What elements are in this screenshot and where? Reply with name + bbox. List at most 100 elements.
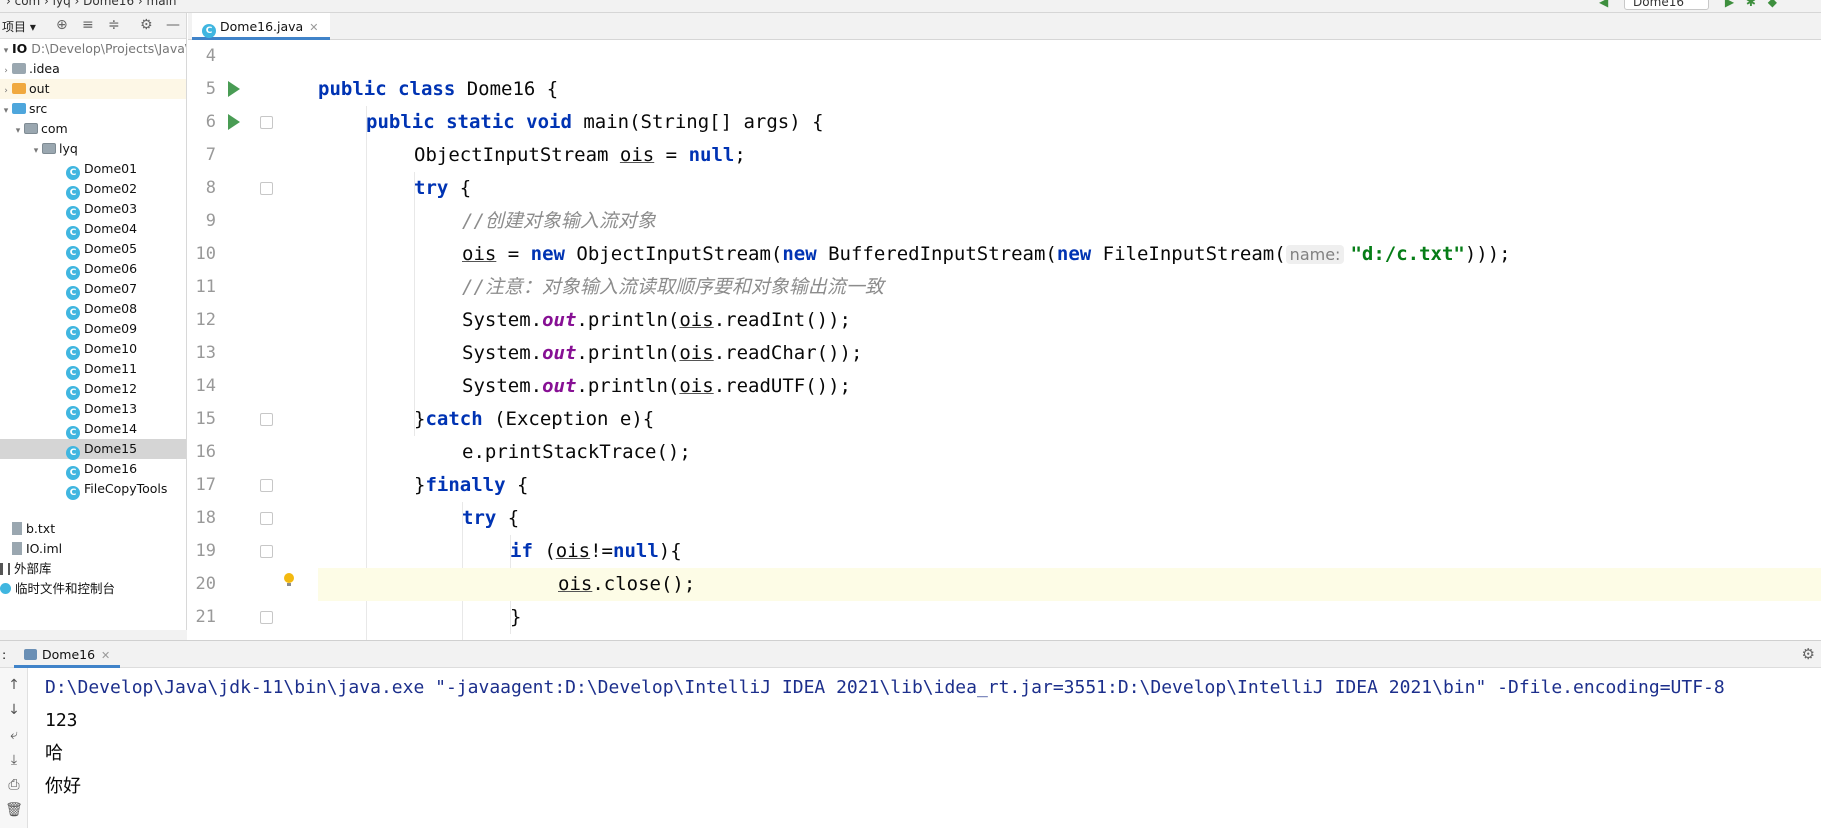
tree-class-item[interactable]: C Dome01 bbox=[0, 159, 186, 180]
tree-external-libraries[interactable]: 外部库 bbox=[0, 559, 186, 579]
line-number[interactable]: 8 bbox=[188, 172, 216, 205]
line-number[interactable]: 4 bbox=[188, 40, 216, 73]
code-line-6[interactable]: public static void main(String[] args) { bbox=[318, 106, 1821, 139]
print-icon[interactable]: ⎙ bbox=[5, 776, 23, 794]
scroll-to-end-icon[interactable]: ⤓ bbox=[5, 751, 23, 769]
tree-class-item[interactable]: C Dome09 bbox=[0, 319, 186, 340]
tree-class-item[interactable]: C Dome15 bbox=[0, 439, 186, 460]
tree-class-item[interactable]: C Dome13 bbox=[0, 399, 186, 420]
chevron-down-icon[interactable]: ▾ bbox=[0, 41, 12, 61]
fold-marker-icon[interactable] bbox=[260, 512, 273, 525]
line-number[interactable]: 12 bbox=[188, 304, 216, 337]
line-number[interactable]: 21 bbox=[188, 601, 216, 634]
code-line-15[interactable]: }catch (Exception e){ bbox=[318, 403, 1821, 436]
tree-class-item[interactable]: C Dome03 bbox=[0, 199, 186, 220]
tree-file-btxt[interactable]: b.txt bbox=[0, 519, 186, 539]
run-gutter-icon[interactable] bbox=[228, 114, 240, 130]
tree-class-item[interactable]: C Dome08 bbox=[0, 299, 186, 320]
tree-class-item[interactable]: C Dome14 bbox=[0, 419, 186, 440]
tree-class-item[interactable]: C Dome05 bbox=[0, 239, 186, 260]
fold-marker-icon[interactable] bbox=[260, 479, 273, 492]
soft-wrap-icon[interactable]: ⤶ bbox=[5, 726, 23, 744]
run-gutter-icon[interactable] bbox=[228, 81, 240, 97]
code-line-4[interactable] bbox=[318, 40, 1821, 73]
fold-marker-icon[interactable] bbox=[260, 413, 273, 426]
tree-class-item[interactable]: C Dome12 bbox=[0, 379, 186, 400]
code-line-10[interactable]: ois = new ObjectInputStream(new Buffered… bbox=[318, 238, 1821, 271]
chevron-right-icon[interactable]: › bbox=[0, 81, 12, 101]
lightbulb-icon[interactable] bbox=[284, 573, 294, 586]
arrow-down-icon[interactable]: ↓ bbox=[5, 701, 23, 719]
code-line-20[interactable]: ois.close(); bbox=[318, 568, 1821, 601]
tree-class-item[interactable]: C Dome16 bbox=[0, 459, 186, 480]
locate-icon[interactable]: ⊕ bbox=[56, 17, 68, 33]
breadcrumb[interactable]: › com › lyq › Dome16 › main bbox=[6, 0, 176, 8]
line-number[interactable]: 16 bbox=[188, 436, 216, 469]
tree-class-item[interactable]: C Dome10 bbox=[0, 339, 186, 360]
code-editor[interactable]: 4 5 6 7 8 9 10 11 12 13 14 15 16 17 18 19 20 21 public cl… bbox=[188, 40, 1821, 640]
close-icon[interactable]: ✕ bbox=[309, 21, 318, 34]
tree-class-item[interactable]: C FileCopyTools bbox=[0, 479, 186, 500]
chevron-down-icon[interactable]: ▾ bbox=[0, 101, 12, 121]
line-number[interactable]: 13 bbox=[188, 337, 216, 370]
code-line-16[interactable]: e.printStackTrace(); bbox=[318, 436, 1821, 469]
code-line-8[interactable]: try { bbox=[318, 172, 1821, 205]
code-line-18[interactable]: try { bbox=[318, 502, 1821, 535]
line-number[interactable]: 11 bbox=[188, 271, 216, 304]
line-number[interactable]: 14 bbox=[188, 370, 216, 403]
fold-marker-icon[interactable] bbox=[260, 611, 273, 624]
tree-file-ioiml[interactable]: IO.iml bbox=[0, 539, 186, 559]
tree-class-item[interactable]: C Dome02 bbox=[0, 179, 186, 200]
tree-folder-src[interactable]: ▾ src bbox=[0, 99, 186, 119]
code-line-13[interactable]: System.out.println(ois.readChar()); bbox=[318, 337, 1821, 370]
coverage-icon[interactable]: ◆ bbox=[1768, 0, 1777, 9]
code-line-5[interactable]: public class Dome16 { bbox=[318, 73, 1821, 106]
tree-root-io[interactable]: ▾ IO D:\Develop\Projects\Java\I bbox=[0, 39, 186, 59]
expand-all-icon[interactable]: ≡ bbox=[82, 17, 94, 33]
line-number[interactable]: 5 bbox=[188, 73, 216, 106]
code-line-14[interactable]: System.out.println(ois.readUTF()); bbox=[318, 370, 1821, 403]
code-line-7[interactable]: ObjectInputStream ois = null; bbox=[318, 139, 1821, 172]
fold-marker-icon[interactable] bbox=[260, 545, 273, 558]
code-line-12[interactable]: System.out.println(ois.readInt()); bbox=[318, 304, 1821, 337]
project-view-selector[interactable]: 项目 ▾ bbox=[2, 18, 36, 35]
back-icon[interactable]: ◀ bbox=[1599, 0, 1608, 9]
run-tab-dome16[interactable]: Dome16 ✕ bbox=[14, 641, 121, 668]
fold-marker-icon[interactable] bbox=[260, 182, 273, 195]
close-icon[interactable]: ✕ bbox=[101, 649, 110, 662]
tree-class-item[interactable]: C Dome11 bbox=[0, 359, 186, 380]
chevron-right-icon[interactable]: › bbox=[0, 61, 12, 81]
gear-icon[interactable]: ⚙ bbox=[140, 17, 153, 33]
line-number[interactable]: 7 bbox=[188, 139, 216, 172]
code-line-19[interactable]: if (ois!=null){ bbox=[318, 535, 1821, 568]
line-number[interactable]: 17 bbox=[188, 469, 216, 502]
line-number[interactable]: 9 bbox=[188, 205, 216, 238]
code-area[interactable]: public class Dome16 { public static void… bbox=[318, 40, 1821, 640]
line-number[interactable]: 10 bbox=[188, 238, 216, 271]
tree-class-item[interactable]: C Dome06 bbox=[0, 259, 186, 280]
chevron-down-icon[interactable]: ▾ bbox=[12, 121, 24, 141]
line-number[interactable]: 6 bbox=[188, 106, 216, 139]
tab-dome16-java[interactable]: C Dome16.java ✕ bbox=[192, 13, 331, 40]
tree-package-com[interactable]: ▾ com bbox=[0, 119, 186, 139]
line-number[interactable]: 18 bbox=[188, 502, 216, 535]
project-scrollbar[interactable] bbox=[0, 630, 187, 640]
code-line-17[interactable]: }finally { bbox=[318, 469, 1821, 502]
tree-folder-out[interactable]: › out bbox=[0, 79, 186, 99]
line-number[interactable]: 20 bbox=[188, 568, 216, 601]
chevron-down-icon[interactable]: ▾ bbox=[30, 141, 42, 161]
tree-package-lyq[interactable]: ▾ lyq bbox=[0, 139, 186, 159]
debug-icon[interactable]: ✱ bbox=[1746, 0, 1756, 9]
tree-scratches[interactable]: 临时文件和控制台 bbox=[0, 579, 186, 599]
tree-class-item[interactable]: C Dome04 bbox=[0, 219, 186, 240]
run-config-selector[interactable]: Dome16 bbox=[1624, 0, 1709, 10]
tree-class-item[interactable]: C Dome07 bbox=[0, 279, 186, 300]
code-line-11[interactable]: //注意：对象输入流读取顺序要和对象输出流一致 bbox=[318, 271, 1821, 304]
line-number[interactable]: 19 bbox=[188, 535, 216, 568]
tree-folder-idea[interactable]: › .idea bbox=[0, 59, 186, 79]
console-output[interactable]: D:\Develop\Java\jdk-11\bin\java.exe "-ja… bbox=[28, 668, 1821, 828]
run-icon[interactable]: ▶ bbox=[1725, 0, 1734, 9]
code-line-9[interactable]: //创建对象输入流对象 bbox=[318, 205, 1821, 238]
gear-icon[interactable]: ⚙ bbox=[1802, 645, 1815, 663]
trash-icon[interactable]: 🗑 bbox=[5, 801, 23, 819]
